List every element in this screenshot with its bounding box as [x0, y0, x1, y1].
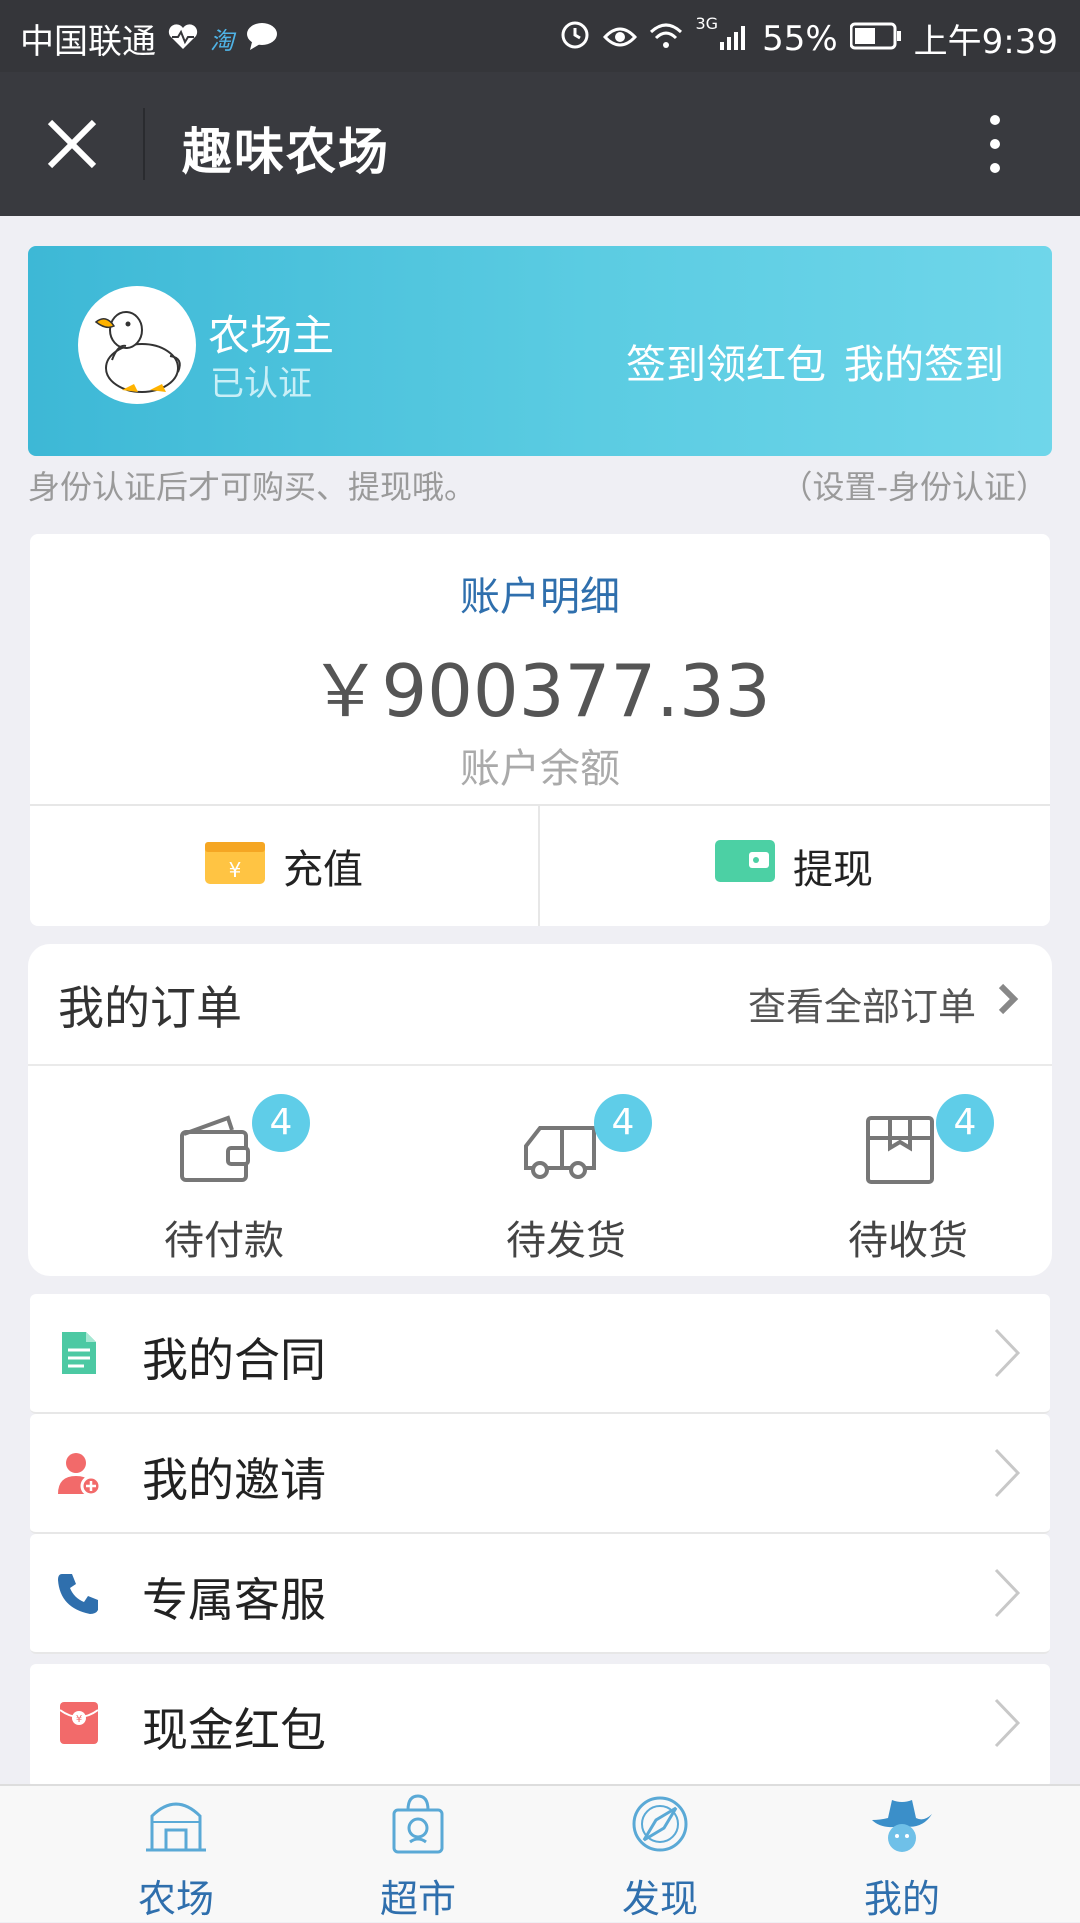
order-pending-shipment[interactable]: 4 待发货 [466, 1094, 666, 1264]
pending-shipment-label: 待发货 [506, 1218, 626, 1264]
battery-percent: 55% [762, 18, 838, 59]
eye-icon [603, 19, 638, 59]
menu-label: 我的邀请 [142, 1453, 326, 1507]
verified-status: 已认证 [210, 364, 312, 404]
my-sign-in-button[interactable]: 我的签到 [844, 332, 1004, 390]
heart-rate-icon [168, 19, 198, 59]
tab-me[interactable]: 我的 [812, 1792, 992, 1921]
profile-banner: 农场主 已认证 签到领红包 我的签到 [28, 246, 1052, 456]
chevron-right-icon [996, 981, 1020, 1026]
yuan-wallet-icon: ¥ [205, 838, 265, 894]
truck-icon [524, 1126, 596, 1179]
menu-label: 我的合同 [142, 1333, 326, 1387]
nav-bar: 趣味农场 [0, 72, 1080, 216]
chevron-right-icon [992, 1696, 1022, 1750]
status-left: 中国联通 淘 [20, 14, 278, 63]
shopping-bag-icon [392, 1794, 444, 1854]
account-details-link[interactable]: 账户明细 [30, 564, 1050, 622]
status-right: 3G 55% 上午9:39 [559, 14, 1058, 63]
sign-in-red-packet-button[interactable]: 签到领红包 [626, 332, 826, 390]
wallet-icon [180, 1115, 250, 1182]
menu-item-customer-service[interactable]: 专属客服 [30, 1534, 1050, 1654]
menu-item-invitations[interactable]: 我的邀请 [30, 1414, 1050, 1534]
menu-label: 现金红包 [142, 1703, 326, 1757]
tab-label: 超市 [379, 1877, 456, 1921]
account-balance-amount: ￥900377.33 [309, 649, 771, 733]
tab-farm[interactable]: 农场 [86, 1792, 266, 1921]
pending-payment-badge: 4 [252, 1094, 310, 1152]
tab-bar: 农场 超市 发现 我的 [0, 1784, 1080, 1922]
box-icon [866, 1116, 934, 1184]
battery-icon [849, 19, 902, 59]
withdraw-label: 提现 [793, 847, 873, 893]
pending-receipt-badge: 4 [936, 1094, 994, 1152]
avatar[interactable] [78, 286, 196, 404]
chat-bubble-icon [246, 19, 278, 59]
close-icon[interactable] [34, 106, 110, 182]
compass-icon [632, 1796, 688, 1852]
view-all-orders-label: 查看全部订单 [747, 985, 976, 1029]
order-pending-receipt[interactable]: 4 待收货 [808, 1094, 1008, 1264]
invite-user-icon [56, 1450, 102, 1497]
user-name: 农场主 [208, 311, 335, 360]
withdraw-button[interactable]: 提现 [540, 806, 1048, 926]
divider [28, 1064, 1052, 1066]
menu-list: 我的合同 我的邀请 专属客服 ¥ 现金红包 [30, 1294, 1050, 1788]
chevron-right-icon [992, 1326, 1022, 1380]
chevron-right-icon [992, 1566, 1022, 1620]
alarm-icon [559, 18, 591, 59]
tab-label: 农场 [137, 1877, 214, 1921]
tab-label: 我的 [863, 1877, 940, 1921]
banner-actions: 签到领红包 我的签到 [626, 332, 1004, 390]
signal-icon [720, 19, 750, 59]
carrier-text: 中国联通 [20, 22, 156, 62]
more-options-icon[interactable] [980, 108, 1010, 180]
document-icon [56, 1330, 102, 1376]
page-title: 趣味农场 [182, 123, 390, 181]
nav-divider [143, 108, 145, 180]
svg-text:¥: ¥ [229, 858, 242, 882]
taobao-icon: 淘 [210, 27, 234, 55]
verification-settings-link[interactable]: （设置-身份认证） [780, 462, 1048, 508]
tab-supermarket[interactable]: 超市 [328, 1792, 508, 1921]
status-bar: 中国联通 淘 3G 55% 上午9:39 [0, 0, 1080, 72]
order-pending-payment[interactable]: 4 待付款 [124, 1094, 324, 1264]
view-all-orders-link[interactable]: 查看全部订单 [748, 976, 1020, 1031]
tab-label: 发现 [621, 1877, 698, 1921]
pending-receipt-label: 待收货 [848, 1218, 968, 1264]
recharge-label: 充值 [283, 847, 363, 893]
menu-item-contracts[interactable]: 我的合同 [30, 1294, 1050, 1414]
wifi-icon [649, 19, 683, 59]
clock-time: 上午9:39 [913, 22, 1058, 62]
pending-shipment-badge: 4 [594, 1094, 652, 1152]
menu-label: 专属客服 [142, 1573, 326, 1627]
pending-payment-label: 待付款 [164, 1218, 284, 1264]
tab-discover[interactable]: 发现 [570, 1792, 750, 1921]
orders-card: 我的订单 查看全部订单 4 待付款 4 待发货 4 待收货 [28, 944, 1052, 1276]
account-card: 账户明细 ￥900377.33 账户余额 ¥ 充值 提现 [30, 534, 1050, 926]
recharge-button[interactable]: ¥ 充值 [30, 806, 538, 926]
orders-title: 我的订单 [58, 981, 242, 1035]
chevron-right-icon [992, 1446, 1022, 1500]
menu-item-cash-red-packet[interactable]: ¥ 现金红包 [30, 1664, 1050, 1788]
withdraw-wallet-icon [715, 838, 775, 894]
account-balance-label: 账户余额 [460, 746, 620, 792]
cowboy-hat-icon [872, 1800, 932, 1852]
farm-icon [146, 1802, 206, 1852]
red-packet-icon: ¥ [56, 1700, 102, 1746]
verification-notice: 身份认证后才可购买、提现哦。 [28, 468, 477, 506]
network-type: 3G [695, 14, 719, 33]
svg-text:¥: ¥ [76, 1714, 82, 1725]
phone-icon [56, 1570, 102, 1616]
duck-avatar-icon [94, 311, 181, 393]
